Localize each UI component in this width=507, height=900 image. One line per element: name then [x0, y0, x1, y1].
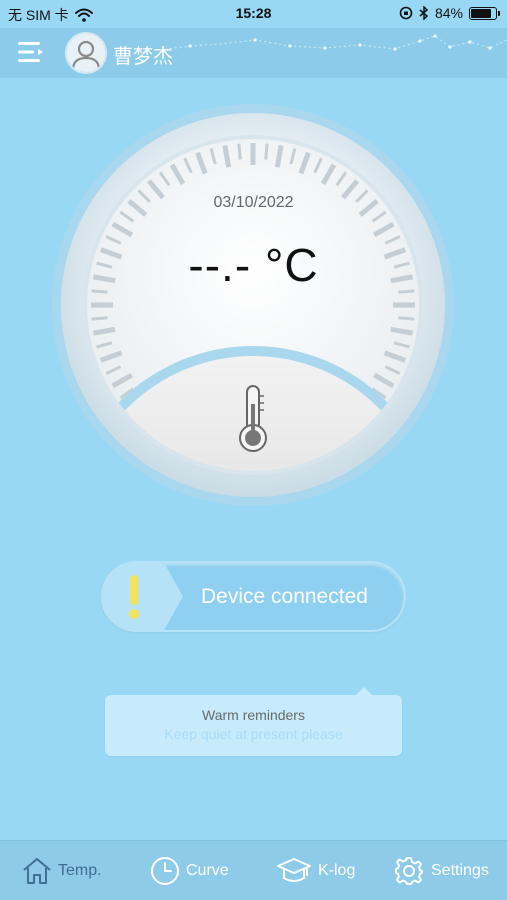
status-bar: 无 SIM 卡 15:28 84% [0, 0, 507, 28]
header: 曹梦杰 [0, 28, 507, 78]
temperature-value: --.- [188, 239, 252, 291]
menu-icon[interactable] [18, 40, 46, 64]
gauge-date: 03/10/2022 [213, 194, 294, 211]
gauge-tick [91, 316, 108, 321]
tab-curve[interactable]: Curve [150, 841, 229, 900]
status-right: 84% [399, 5, 500, 21]
temperature-unit: °C [264, 239, 319, 291]
tab-klog[interactable]: K-log [276, 841, 355, 900]
tab-settings-label: Settings [431, 862, 489, 879]
graduation-cap-icon [277, 858, 311, 882]
avatar-icon [71, 40, 101, 71]
device-status-pill[interactable]: Device connected [101, 561, 406, 632]
tab-bar: Temp. Curve K-log Settings [0, 840, 507, 900]
device-status-label: Device connected [201, 585, 368, 608]
header-wave-decoration [160, 34, 507, 51]
reminder-title: Warm reminders [202, 707, 305, 723]
tab-temp[interactable]: Temp. [22, 841, 102, 900]
gear-icon [395, 857, 423, 885]
reminder-bubble: Warm reminders Keep quiet at present ple… [105, 687, 402, 756]
temperature-readout: --.- °C [0, 238, 507, 292]
clock-icon [151, 857, 179, 885]
device-status-tag [101, 561, 183, 632]
tab-klog-label: K-log [318, 862, 356, 879]
exclamation-icon [129, 575, 139, 619]
gauge-tick [398, 316, 415, 321]
battery-percent: 84% [434, 5, 463, 21]
temperature-gauge [52, 104, 454, 506]
reminder-message: Keep quiet at present please [164, 726, 343, 742]
tab-curve-label: Curve [186, 862, 229, 879]
gauge-tick [237, 143, 242, 160]
tab-temp-label: Temp. [58, 862, 102, 879]
orientation-lock-icon [399, 6, 413, 20]
gauge-tick [264, 143, 269, 160]
home-icon [23, 858, 51, 884]
battery-fill [471, 8, 492, 18]
battery-icon [469, 6, 500, 20]
bluetooth-icon [419, 6, 429, 20]
tab-settings[interactable]: Settings [393, 841, 489, 900]
avatar[interactable] [65, 32, 107, 74]
